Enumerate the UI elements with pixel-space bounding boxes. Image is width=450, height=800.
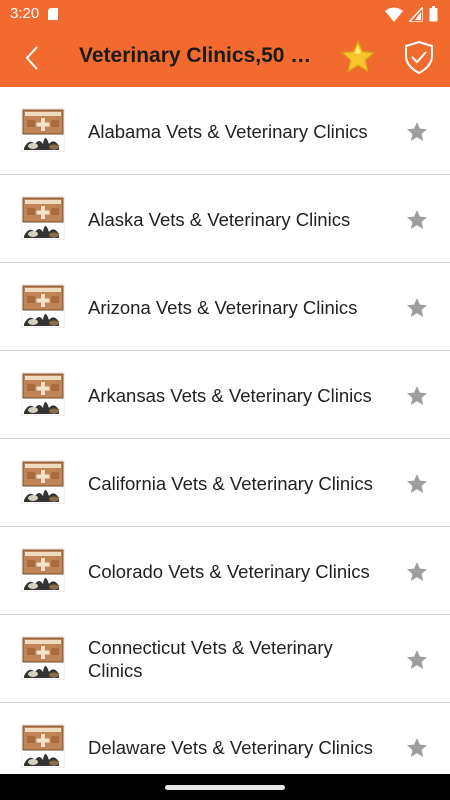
wifi-icon [385,7,403,22]
vet-clinic-thumbnail-icon [21,548,65,592]
list-item[interactable]: Arizona Vets & Veterinary Clinics [0,263,450,351]
clinic-label: Alabama Vets & Veterinary Clinics [88,120,368,142]
list-item[interactable]: Connecticut Vets & Veterinary Clinics [0,615,450,703]
favorite-star-icon[interactable] [405,648,429,672]
battery-icon [429,6,438,22]
favorite-star-icon[interactable] [405,296,429,320]
favorite-star-icon[interactable] [405,208,429,232]
clinic-label: Alaska Vets & Veterinary Clinics [88,208,351,230]
system-nav-bar [0,774,450,800]
favorite-star-icon[interactable] [405,560,429,584]
list-item[interactable]: Alabama Vets & Veterinary Clinics [0,87,450,175]
list-item[interactable]: Alaska Vets & Veterinary Clinics [0,175,450,263]
clinic-label: Arizona Vets & Veterinary Clinics [88,296,358,318]
vet-clinic-thumbnail-icon [21,196,65,240]
app-bar: Veterinary Clinics,50 States [0,28,450,87]
back-button[interactable] [14,40,50,76]
home-gesture-pill[interactable] [165,785,285,790]
clinic-label: Delaware Vets & Veterinary Clinics [88,736,373,758]
vet-clinic-thumbnail-icon [21,724,65,768]
favorite-star-icon[interactable] [405,472,429,496]
shield-check-button[interactable] [400,38,438,76]
favorite-star-icon[interactable] [405,120,429,144]
list-item[interactable]: Delaware Vets & Veterinary Clinics [0,703,450,774]
clinic-label: California Vets & Veterinary Clinics [88,472,373,494]
favorite-star-icon[interactable] [405,384,429,408]
vet-clinic-thumbnail-icon [21,372,65,416]
clinic-label: Colorado Vets & Veterinary Clinics [88,560,370,582]
signal-icon [409,6,423,22]
status-icons [385,5,438,23]
vet-clinic-thumbnail-icon [21,284,65,328]
favorites-star-button[interactable] [339,38,377,76]
clinic-label: Arkansas Vets & Veterinary Clinics [88,384,372,406]
clinic-list: Alabama Vets & Veterinary Clinics Alaska… [0,87,450,774]
list-item[interactable]: Arkansas Vets & Veterinary Clinics [0,351,450,439]
vet-clinic-thumbnail-icon [21,460,65,504]
sd-card-icon [48,8,58,20]
list-item[interactable]: Colorado Vets & Veterinary Clinics [0,527,450,615]
vet-clinic-thumbnail-icon [21,636,65,680]
favorite-star-icon[interactable] [405,736,429,760]
status-time: 3:20 [10,5,40,22]
vet-clinic-thumbnail-icon [21,108,65,152]
page-title: Veterinary Clinics,50 States [79,44,324,67]
status-bar: 3:20 [0,0,450,28]
list-item[interactable]: California Vets & Veterinary Clinics [0,439,450,527]
clinic-label: Connecticut Vets & Veterinary Clinics [88,637,333,681]
